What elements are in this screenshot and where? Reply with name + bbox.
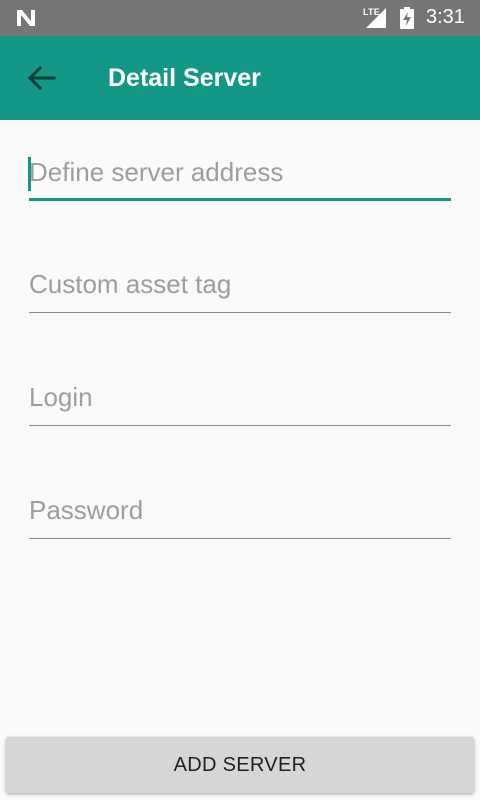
arrow-back-icon[interactable] — [26, 64, 56, 92]
app-bar: Detail Server — [0, 36, 480, 120]
field-underline — [29, 312, 451, 313]
page-title: Detail Server — [108, 64, 261, 92]
text-cursor — [28, 157, 31, 191]
add-server-button[interactable]: ADD SERVER — [6, 737, 474, 793]
password-input[interactable] — [29, 487, 451, 533]
status-clock: 3:31 — [426, 6, 465, 28]
battery-charging-icon — [400, 7, 414, 29]
server-address-field[interactable] — [28, 149, 451, 201]
n-logo-icon — [17, 10, 35, 26]
server-address-input[interactable] — [29, 149, 451, 195]
field-underline — [29, 538, 451, 539]
asset-tag-field[interactable] — [29, 261, 451, 313]
signal-icon — [366, 8, 386, 28]
password-field[interactable] — [29, 487, 451, 539]
field-underline — [29, 425, 451, 426]
field-underline — [29, 198, 451, 201]
login-input[interactable] — [29, 374, 451, 420]
asset-tag-input[interactable] — [29, 261, 451, 307]
login-field[interactable] — [29, 374, 451, 426]
status-bar: LTE 3:31 — [0, 0, 480, 36]
